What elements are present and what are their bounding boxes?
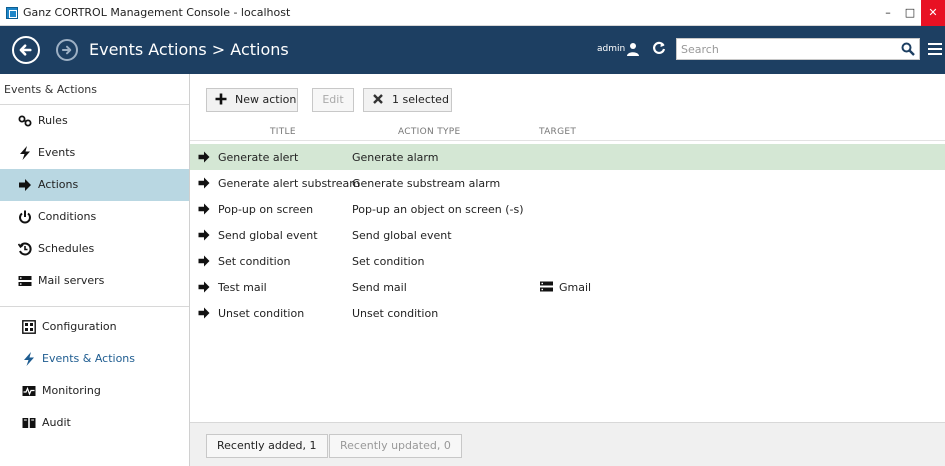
sidebar-item-label: Events	[38, 146, 76, 159]
sidebar-item-label: Schedules	[38, 242, 95, 255]
row-action-type: Send mail	[352, 281, 407, 294]
main-content: New action Edit 1 selected TITLE ACTION …	[190, 74, 945, 466]
rules-icon	[18, 115, 32, 127]
sidebar-item-label: Configuration	[42, 320, 117, 333]
action-arrow-icon	[198, 307, 210, 319]
sidebar: Events & Actions Rules Events Actions Co…	[0, 74, 190, 466]
audit-icon	[22, 418, 36, 428]
search-input[interactable]	[677, 39, 887, 59]
row-action-type: Generate alarm	[352, 151, 439, 164]
row-action-type: Pop-up an object on screen (-s)	[352, 203, 524, 216]
column-header-target[interactable]: TARGET	[539, 127, 576, 137]
arrow-right-icon	[19, 179, 31, 191]
sidebar-heading: Events & Actions	[0, 74, 189, 105]
page-title: Events Actions > Actions	[89, 40, 289, 59]
sidebar-section-monitoring[interactable]: Monitoring	[0, 375, 189, 407]
row-title: Test mail	[218, 281, 267, 294]
sidebar-section-audit[interactable]: Audit	[0, 407, 189, 439]
action-arrow-icon	[198, 229, 210, 241]
close-icon	[373, 94, 383, 104]
row-action-type: Generate substream alarm	[352, 177, 501, 190]
action-arrow-icon	[198, 177, 210, 189]
sidebar-divider	[0, 297, 189, 307]
sidebar-item-label: Rules	[38, 114, 68, 127]
sidebar-item-label: Events & Actions	[42, 352, 135, 365]
sidebar-item-mail-servers[interactable]: Mail servers	[0, 265, 189, 297]
selected-count-label: 1 selected	[392, 93, 449, 106]
action-arrow-icon	[198, 255, 210, 267]
table-row[interactable]: Test mail Send mail Gmail	[190, 274, 945, 300]
edit-button[interactable]: Edit	[312, 88, 354, 112]
sidebar-item-label: Audit	[42, 416, 71, 429]
sidebar-section-configuration[interactable]: Configuration	[0, 311, 189, 343]
table-header: TITLE ACTION TYPE TARGET	[190, 125, 945, 141]
configuration-icon	[22, 320, 36, 334]
row-title: Unset condition	[218, 307, 305, 320]
sidebar-item-label: Monitoring	[42, 384, 101, 397]
table-row[interactable]: Generate alert Generate alarm	[190, 144, 945, 170]
power-icon	[19, 210, 31, 224]
minimize-button[interactable]: –	[877, 0, 899, 26]
sidebar-item-label: Actions	[38, 178, 79, 191]
row-title: Pop-up on screen	[218, 203, 314, 216]
user-icon[interactable]	[626, 42, 640, 56]
row-target-label: Gmail	[559, 281, 592, 294]
column-header-title[interactable]: TITLE	[270, 127, 296, 137]
monitoring-icon	[22, 386, 36, 396]
server-icon	[540, 281, 553, 292]
lightning-icon	[24, 352, 34, 366]
footer-bar: Recently added, 1 Recently updated, 0	[190, 422, 945, 466]
table-row[interactable]: Send global event Send global event	[190, 222, 945, 248]
action-arrow-icon	[198, 151, 210, 163]
column-header-action-type[interactable]: ACTION TYPE	[398, 127, 461, 137]
sidebar-item-events[interactable]: Events	[0, 137, 189, 169]
row-title: Send global event	[218, 229, 318, 242]
maximize-button[interactable]: □	[899, 0, 921, 26]
row-action-type: Unset condition	[352, 307, 439, 320]
row-title: Generate alert	[218, 151, 299, 164]
row-action-type: Send global event	[352, 229, 452, 242]
arrow-left-icon	[19, 44, 32, 56]
server-icon	[18, 276, 32, 286]
table-row[interactable]: Set condition Set condition	[190, 248, 945, 274]
sidebar-item-actions[interactable]: Actions	[0, 169, 189, 201]
search-icon[interactable]	[901, 42, 915, 56]
table-row[interactable]: Unset condition Unset condition	[190, 300, 945, 326]
row-title: Generate alert substream	[218, 177, 361, 190]
arrow-right-icon	[61, 45, 72, 55]
sidebar-item-label: Mail servers	[38, 274, 105, 287]
recently-added-button[interactable]: Recently added, 1	[206, 434, 328, 458]
lightning-icon	[20, 146, 30, 160]
window-titlebar: Ganz CORTROL Management Console - localh…	[0, 0, 945, 26]
back-button[interactable]	[12, 36, 40, 64]
window-title: Ganz CORTROL Management Console - localh…	[23, 6, 291, 19]
sidebar-item-label: Conditions	[38, 210, 97, 223]
hamburger-menu-icon[interactable]	[928, 43, 942, 57]
sidebar-item-rules[interactable]: Rules	[0, 105, 189, 137]
user-name[interactable]: admin	[597, 44, 625, 54]
action-arrow-icon	[198, 203, 210, 215]
app-icon	[6, 7, 18, 19]
sidebar-item-conditions[interactable]: Conditions	[0, 201, 189, 233]
schedule-icon	[18, 242, 32, 256]
action-arrow-icon	[198, 281, 210, 293]
clear-selection-button[interactable]: 1 selected	[363, 88, 452, 112]
sidebar-section-events-actions[interactable]: Events & Actions	[0, 343, 189, 375]
new-action-button[interactable]: New action	[206, 88, 298, 112]
close-button[interactable]: ✕	[921, 0, 945, 26]
search-box	[676, 38, 920, 60]
table-row[interactable]: Generate alert substream Generate substr…	[190, 170, 945, 196]
row-action-type: Set condition	[352, 255, 425, 268]
table-row[interactable]: Pop-up on screen Pop-up an object on scr…	[190, 196, 945, 222]
forward-button[interactable]	[56, 39, 78, 61]
plus-icon	[215, 93, 227, 105]
recently-updated-button[interactable]: Recently updated, 0	[329, 434, 462, 458]
refresh-icon[interactable]	[652, 41, 666, 55]
row-title: Set condition	[218, 255, 291, 268]
sidebar-item-schedules[interactable]: Schedules	[0, 233, 189, 265]
app-header: Events Actions > Actions admin	[0, 26, 945, 74]
row-target: Gmail	[540, 281, 591, 294]
new-action-label: New action	[235, 93, 297, 106]
